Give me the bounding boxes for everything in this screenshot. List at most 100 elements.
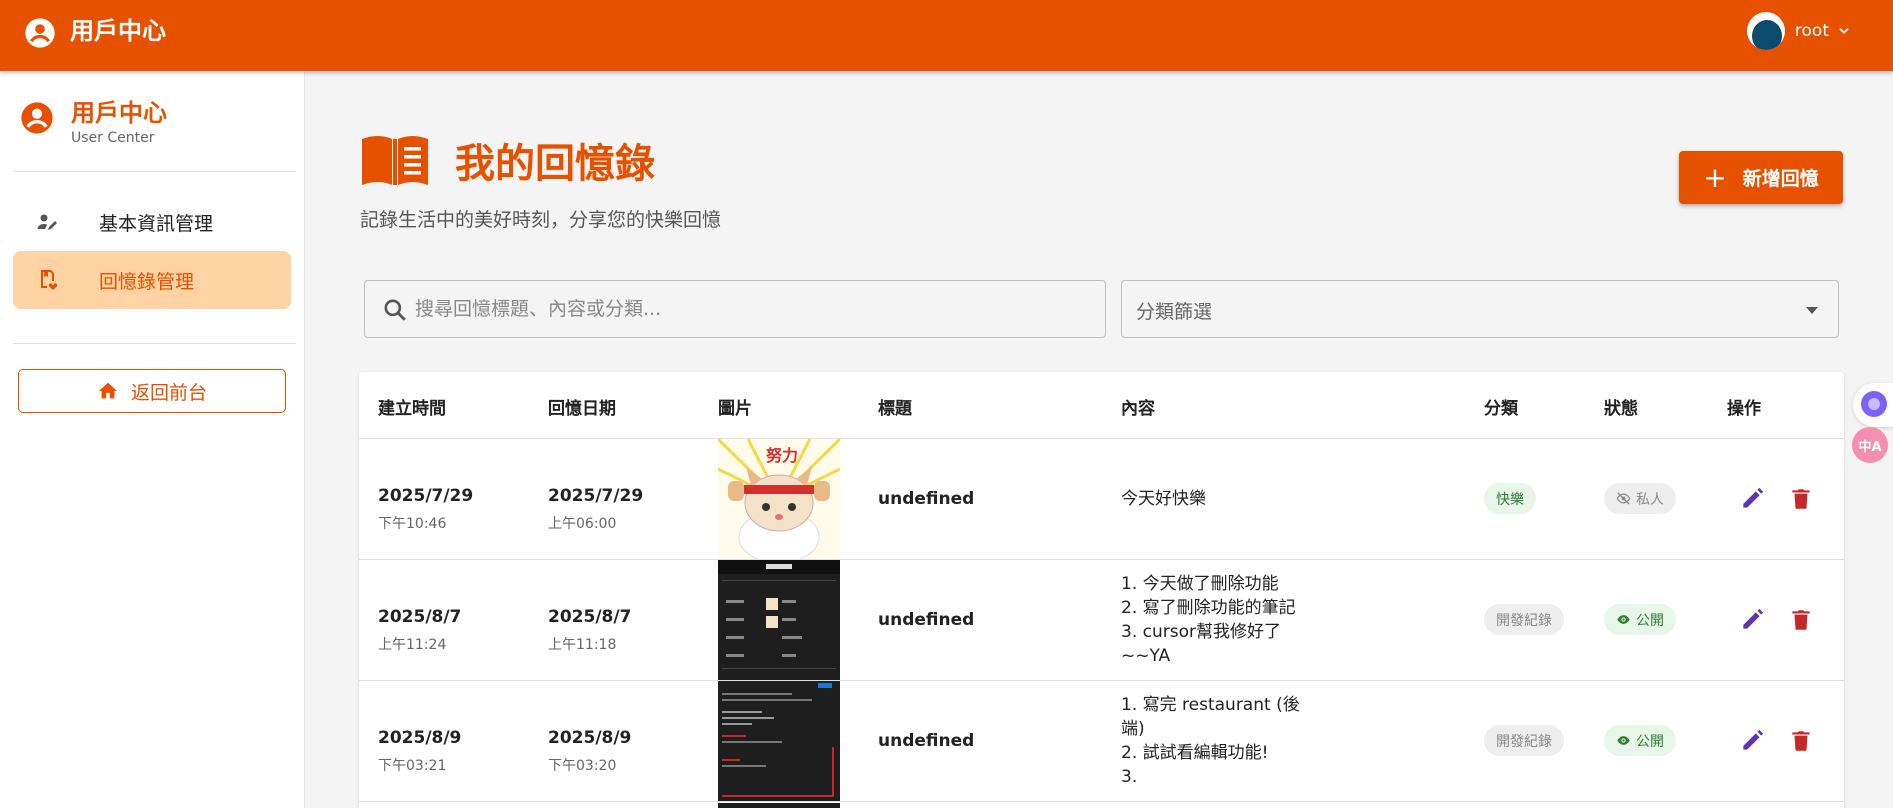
next-row-thumbnail xyxy=(718,803,840,808)
created-time: 下午10:46 xyxy=(378,516,447,532)
account-circle-icon xyxy=(25,18,55,48)
divider xyxy=(13,171,296,172)
status-label: 公開 xyxy=(1636,612,1664,629)
category-label: 開發紀錄 xyxy=(1496,733,1552,750)
sidebar-item-memories[interactable]: 回憶錄管理 xyxy=(13,251,291,309)
delete-icon[interactable] xyxy=(1788,728,1814,754)
column-header: 分類 xyxy=(1484,399,1518,419)
dropdown-arrow-icon xyxy=(1806,307,1818,314)
memory-title: undefined xyxy=(878,731,975,751)
table-header: 建立時間 回憶日期 圖片 標題 內容 分類 狀態 操作 xyxy=(359,372,1844,439)
translate-icon[interactable]: 中A xyxy=(1852,427,1888,463)
sidebar-title: 用戶中心 xyxy=(71,99,167,127)
column-header: 操作 xyxy=(1727,399,1761,419)
user-menu[interactable]: root xyxy=(1746,12,1851,50)
category-filter-select[interactable]: 分類篩選 xyxy=(1121,280,1839,338)
table-row: 2025/8/9 下午03:21 2025/8/9 下午03:20 undefi… xyxy=(359,681,1844,802)
memory-date: 2025/8/9 xyxy=(548,728,632,748)
memory-time: 上午06:00 xyxy=(548,516,617,532)
app-title: 用戶中心 xyxy=(70,17,166,45)
sidebar-subtitle: User Center xyxy=(71,130,155,146)
back-to-frontend-button[interactable]: 返回前台 xyxy=(18,369,286,413)
memory-date: 2025/8/7 xyxy=(548,607,632,627)
content-line: 1. 今天做了刪除功能 xyxy=(1121,574,1279,594)
content-line: 2. 寫了刪除功能的筆記 xyxy=(1121,598,1296,618)
divider xyxy=(13,343,296,344)
status-label: 公開 xyxy=(1636,733,1664,750)
created-time: 下午03:21 xyxy=(378,758,447,774)
delete-icon[interactable] xyxy=(1788,607,1814,633)
sidebar: 用戶中心 User Center 基本資訊管理 回憶錄管理 返回前台 xyxy=(0,71,305,808)
delete-icon[interactable] xyxy=(1788,486,1814,512)
memory-image-screenshot[interactable] xyxy=(718,560,840,680)
content-line: 端) xyxy=(1121,719,1145,739)
memory-title: undefined xyxy=(878,610,975,630)
assistant-widget-button[interactable] xyxy=(1853,383,1893,427)
content-line: 2. 試試看編輯功能! xyxy=(1121,743,1269,763)
memory-bookmark-icon xyxy=(41,270,58,290)
home-icon xyxy=(98,382,118,399)
add-memory-label: 新增回憶 xyxy=(1742,168,1819,190)
column-header: 建立時間 xyxy=(378,399,446,419)
created-date: 2025/8/7 xyxy=(378,607,462,627)
memories-table: 建立時間 回憶日期 圖片 標題 內容 分類 狀態 操作 2025/7/29 下午… xyxy=(359,372,1844,808)
plus-icon: + xyxy=(1703,160,1727,194)
status-badge: 私人 xyxy=(1604,483,1676,514)
avatar[interactable] xyxy=(1746,12,1785,50)
memory-content: 1. 寫完 restaurant (後 端) 2. 試試看編輯功能! 3. xyxy=(1121,693,1300,789)
column-header: 內容 xyxy=(1121,399,1155,419)
sidebar-item-label: 回憶錄管理 xyxy=(99,270,195,293)
memory-content: 1. 今天做了刪除功能 2. 寫了刪除功能的筆記 3. cursor幫我修好了 … xyxy=(1121,572,1296,668)
status-badge: 公開 xyxy=(1604,604,1676,635)
edit-icon[interactable] xyxy=(1739,486,1765,512)
category-label: 快樂 xyxy=(1496,491,1524,508)
username[interactable]: root xyxy=(1795,21,1829,41)
search-input[interactable] xyxy=(415,281,1095,337)
page-title: 我的回憶錄 xyxy=(455,141,655,187)
memory-time: 上午11:18 xyxy=(548,637,617,653)
table-row: 2025/7/29 下午10:46 2025/7/29 上午06:00 努力 u… xyxy=(359,439,1844,560)
status-badge: 公開 xyxy=(1604,725,1676,756)
column-header: 圖片 xyxy=(718,399,752,419)
back-button-label: 返回前台 xyxy=(130,381,207,404)
top-app-bar: 用戶中心 root xyxy=(0,0,1893,71)
memory-image-code[interactable] xyxy=(718,681,840,801)
column-header: 狀態 xyxy=(1604,399,1638,419)
memory-time: 下午03:20 xyxy=(548,758,617,774)
created-date: 2025/7/29 xyxy=(378,486,474,506)
memory-image-cat[interactable]: 努力 xyxy=(718,439,840,559)
eye-icon xyxy=(1617,736,1630,745)
sidebar-item-label: 基本資訊管理 xyxy=(99,212,214,235)
assistant-icon xyxy=(1861,391,1887,417)
content-line: 今天好快樂 xyxy=(1121,489,1206,509)
category-filter-label: 分類篩選 xyxy=(1136,301,1213,323)
eye-off-icon xyxy=(1616,492,1631,505)
add-memory-button[interactable]: + 新增回憶 xyxy=(1679,151,1843,204)
category-chip: 開發紀錄 xyxy=(1484,725,1564,756)
created-date: 2025/8/9 xyxy=(378,728,462,748)
sidebar-item-profile[interactable]: 基本資訊管理 xyxy=(13,193,291,251)
eye-icon xyxy=(1617,615,1630,624)
content-line: ~~YA xyxy=(1121,646,1171,666)
content-line: 3. cursor幫我修好了 xyxy=(1121,622,1281,642)
memory-content: 今天好快樂 xyxy=(1121,487,1206,511)
column-header: 回憶日期 xyxy=(548,399,616,419)
edit-icon[interactable] xyxy=(1739,728,1765,754)
content-line: 3. xyxy=(1121,767,1138,787)
category-chip: 開發紀錄 xyxy=(1484,604,1564,635)
account-circle-icon xyxy=(21,102,53,134)
content-line: 1. 寫完 restaurant (後 xyxy=(1121,695,1300,715)
chevron-down-icon[interactable] xyxy=(1837,24,1851,38)
category-chip: 快樂 xyxy=(1484,483,1536,514)
memory-date: 2025/7/29 xyxy=(548,486,644,506)
edit-icon[interactable] xyxy=(1739,607,1765,633)
category-label: 開發紀錄 xyxy=(1496,612,1552,629)
status-label: 私人 xyxy=(1636,491,1664,508)
search-icon xyxy=(384,299,406,321)
search-field[interactable] xyxy=(364,280,1106,338)
memory-title: undefined xyxy=(878,489,975,509)
created-time: 上午11:24 xyxy=(378,637,447,653)
column-header: 標題 xyxy=(878,399,912,419)
person-edit-icon xyxy=(37,214,57,230)
svg-text:努力: 努力 xyxy=(766,446,798,465)
